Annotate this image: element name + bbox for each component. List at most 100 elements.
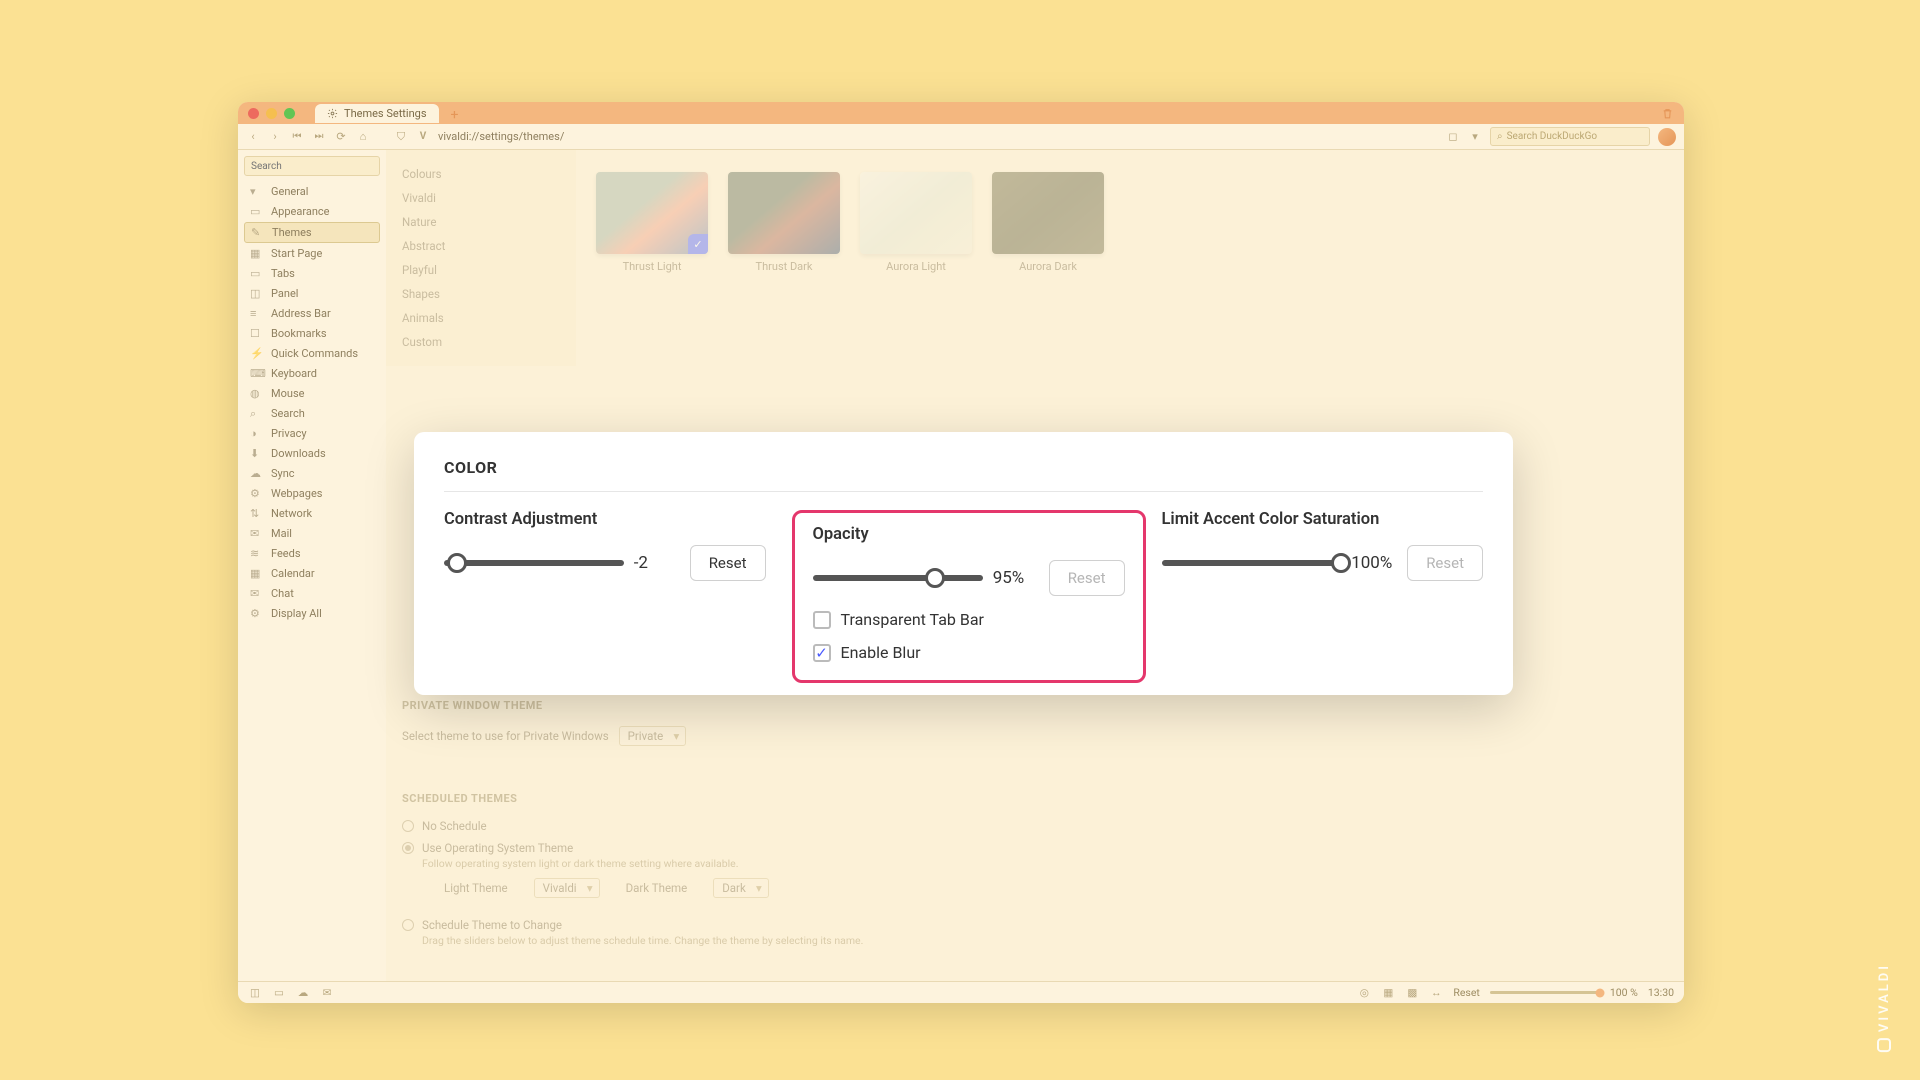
private-theme-select[interactable]: Private xyxy=(619,726,687,746)
status-reset[interactable]: Reset xyxy=(1453,986,1479,999)
opacity-value: 95% xyxy=(993,568,1039,588)
sidebar-item-label: Panel xyxy=(271,287,298,300)
sidebar-item-label: Mail xyxy=(271,527,292,540)
shield-icon[interactable]: ⛉ xyxy=(394,130,408,144)
zoom-slider[interactable] xyxy=(1490,991,1600,994)
category-vivaldi[interactable]: Vivaldi xyxy=(386,186,576,210)
webpages-icon: ⚙ xyxy=(250,487,263,500)
light-theme-select[interactable]: Vivaldi xyxy=(534,878,600,898)
category-nature[interactable]: Nature xyxy=(386,210,576,234)
opacity-slider[interactable] xyxy=(813,575,983,581)
theme-name: Thrust Dark xyxy=(756,260,813,273)
sidebar-item-display-all[interactable]: ⚙Display All xyxy=(244,604,380,623)
theme-card-thrust-light[interactable]: ✓Thrust Light xyxy=(596,172,708,273)
sidebar-item-downloads[interactable]: ⬇Downloads xyxy=(244,444,380,463)
sidebar-item-label: Display All xyxy=(271,607,322,620)
bookmark-icon: ☐ xyxy=(250,327,263,340)
rewind-button[interactable]: ⏮ xyxy=(290,131,304,142)
saturation-value: 100% xyxy=(1351,553,1397,573)
minimize-window-button[interactable] xyxy=(266,108,277,119)
sidebar-item-label: Network xyxy=(271,507,312,520)
sidebar-item-webpages[interactable]: ⚙Webpages xyxy=(244,484,380,503)
status-panel-icon[interactable]: ◫ xyxy=(248,986,262,999)
grid-icon: ▦ xyxy=(250,247,263,260)
search-engine-input[interactable]: ⌕ Search DuckDuckGo xyxy=(1490,127,1650,146)
tab-title: Themes Settings xyxy=(344,107,427,120)
profile-avatar[interactable] xyxy=(1658,128,1676,146)
sidebar-item-network[interactable]: ⇅Network xyxy=(244,504,380,523)
enable-blur-checkbox[interactable]: ✓ xyxy=(813,644,831,662)
back-button[interactable]: ‹ xyxy=(246,130,260,143)
saturation-section: Limit Accent Color Saturation 100% Reset xyxy=(1162,510,1484,683)
sidebar-item-calendar[interactable]: ▦Calendar xyxy=(244,564,380,583)
saturation-slider[interactable] xyxy=(1162,560,1342,566)
home-button[interactable]: ⌂ xyxy=(356,130,370,143)
forward-button[interactable]: › xyxy=(268,130,282,143)
category-abstract[interactable]: Abstract xyxy=(386,234,576,258)
sidebar-item-tabs[interactable]: ▭Tabs xyxy=(244,264,380,283)
sidebar-item-appearance[interactable]: ▭Appearance xyxy=(244,202,380,221)
sidebar-item-bookmarks[interactable]: ☐Bookmarks xyxy=(244,324,380,343)
sidebar-item-search[interactable]: ⌕Search xyxy=(244,404,380,423)
status-capture-icon[interactable]: ◎ xyxy=(1357,986,1371,999)
theme-card-thrust-dark[interactable]: Thrust Dark xyxy=(728,172,840,273)
transparent-tab-bar-checkbox[interactable] xyxy=(813,611,831,629)
trash-icon[interactable] xyxy=(1661,107,1674,120)
theme-card-aurora-light[interactable]: Aurora Light xyxy=(860,172,972,273)
sidebar-item-chat[interactable]: ✉Chat xyxy=(244,584,380,603)
dark-theme-select[interactable]: Dark xyxy=(713,878,769,898)
status-ruler-icon[interactable]: ↔ xyxy=(1429,986,1443,999)
sidebar-item-mouse[interactable]: ◍Mouse xyxy=(244,384,380,403)
settings-search-input[interactable] xyxy=(244,156,380,176)
opacity-label: Opacity xyxy=(813,525,1125,544)
sidebar-item-mail[interactable]: ✉ Mail xyxy=(244,524,380,543)
sidebar-item-label: Search xyxy=(271,407,305,420)
sidebar-item-keyboard[interactable]: ⌨Keyboard xyxy=(244,364,380,383)
sidebar-item-general[interactable]: ▾General xyxy=(244,182,380,201)
schedule-option-0[interactable]: No Schedule xyxy=(402,819,1664,833)
saturation-label: Limit Accent Color Saturation xyxy=(1162,510,1484,529)
sidebar-item-start-page[interactable]: ▦Start Page xyxy=(244,244,380,263)
fast-forward-button[interactable]: ⏭ xyxy=(312,131,326,142)
contrast-slider[interactable] xyxy=(444,560,624,566)
active-tab[interactable]: Themes Settings xyxy=(315,104,439,123)
color-panel: COLOR Contrast Adjustment -2 Reset Opaci… xyxy=(414,432,1513,695)
status-image-icon[interactable]: ▩ xyxy=(1405,986,1419,999)
contrast-reset-button[interactable]: Reset xyxy=(690,545,766,581)
close-window-button[interactable] xyxy=(248,108,259,119)
chat-icon: ✉ xyxy=(250,587,263,600)
bookmark-icon[interactable]: ◻ xyxy=(1446,130,1460,143)
status-notes-icon[interactable]: ▭ xyxy=(272,986,286,999)
sidebar-item-label: Appearance xyxy=(271,205,330,218)
schedule-option-1[interactable]: Use Operating System Theme Follow operat… xyxy=(402,841,1664,910)
radio-label: Use Operating System Theme xyxy=(422,841,769,855)
sidebar-item-privacy[interactable]: ◑Privacy xyxy=(244,424,380,443)
sidebar-item-feeds[interactable]: ≋Feeds xyxy=(244,544,380,563)
reload-button[interactable]: ⟳ xyxy=(334,130,348,143)
mail-icon: ✉ xyxy=(250,527,263,540)
sidebar-item-address-bar[interactable]: ≡Address Bar xyxy=(244,304,380,323)
sidebar-item-panel[interactable]: ◫ Panel xyxy=(244,284,380,303)
sidebar-item-label: Address Bar xyxy=(271,307,331,320)
sidebar-item-label: Sync xyxy=(271,467,295,480)
opacity-reset-button[interactable]: Reset xyxy=(1049,560,1125,596)
color-panel-title: COLOR xyxy=(444,458,1483,477)
theme-thumbnail xyxy=(728,172,840,254)
radio-label: Schedule Theme to Change xyxy=(422,918,863,932)
chevron-down-icon[interactable]: ▾ xyxy=(1468,130,1482,143)
schedule-option-2[interactable]: Schedule Theme to Change Drag the slider… xyxy=(402,918,1664,947)
saturation-reset-button[interactable]: Reset xyxy=(1407,545,1483,581)
panel-icon: ◫ xyxy=(250,287,263,300)
maximize-window-button[interactable] xyxy=(284,108,295,119)
address-text[interactable]: vivaldi://settings/themes/ xyxy=(438,130,564,143)
theme-card-aurora-dark[interactable]: Aurora Dark xyxy=(992,172,1104,273)
sidebar-item-themes[interactable]: ✎Themes xyxy=(244,222,380,243)
status-tiling-icon[interactable]: ▦ xyxy=(1381,986,1395,999)
sidebar-item-quick-commands[interactable]: ⚡Quick Commands xyxy=(244,344,380,363)
status-cloud-icon[interactable]: ☁ xyxy=(296,986,310,999)
sidebar-item-sync[interactable]: ☁Sync xyxy=(244,464,380,483)
private-theme-heading: PRIVATE WINDOW THEME xyxy=(402,699,1664,712)
category-colours[interactable]: Colours xyxy=(386,162,576,186)
status-mail-icon[interactable]: ✉ xyxy=(320,986,334,999)
new-tab-button[interactable]: + xyxy=(447,107,463,123)
